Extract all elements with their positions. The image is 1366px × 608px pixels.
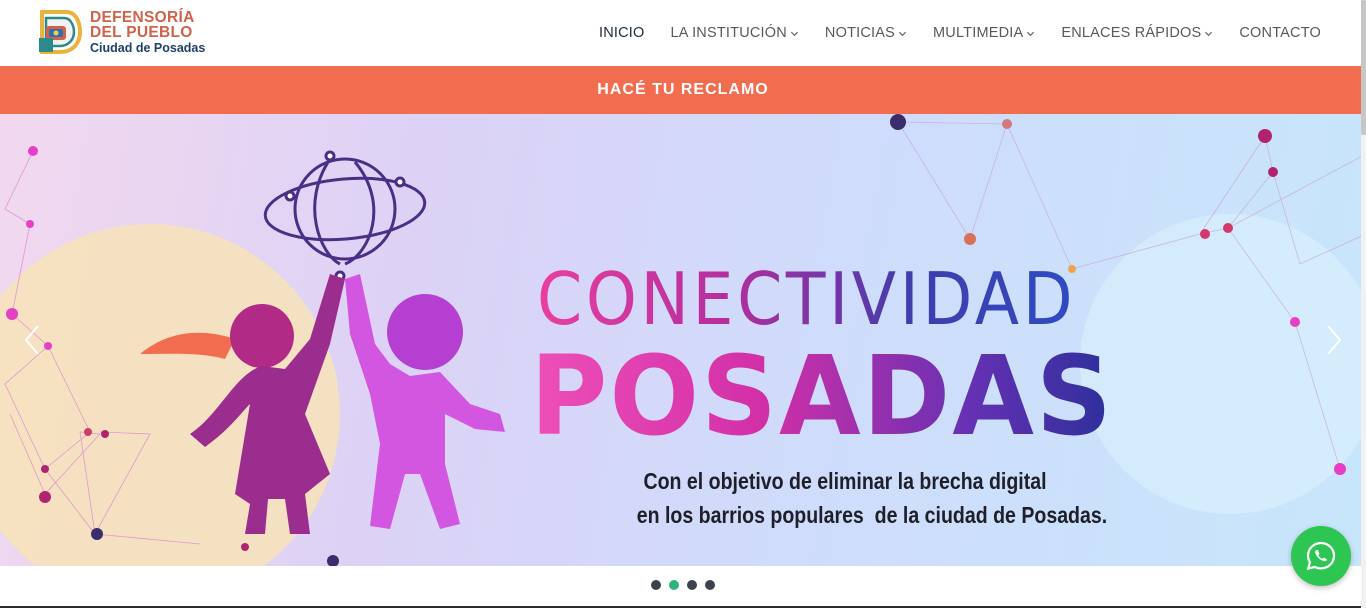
carousel-dot-2[interactable] xyxy=(669,580,679,590)
site-header: DEFENSORÍA DEL PUEBLO Ciudad de Posadas … xyxy=(0,0,1366,66)
nav-item-label: LA INSTITUCIÓN xyxy=(670,25,787,41)
reclamo-button[interactable]: HACÉ TU RECLAMO xyxy=(0,66,1366,114)
hero-subtitle: Con el objetivo de eliminar la brecha di… xyxy=(636,464,1108,532)
main-nav: INICIO LA INSTITUCIÓN NOTICIAS MULTIMEDI… xyxy=(573,0,1321,66)
hero-title-line-1: CONECTIVIDAD xyxy=(537,257,1077,341)
nav-item-label: CONTACTO xyxy=(1239,25,1321,41)
hero-title-line-2: POSADAS xyxy=(530,332,1114,460)
whatsapp-button[interactable] xyxy=(1291,526,1351,586)
nav-item-label: ENLACES RÁPIDOS xyxy=(1061,25,1202,41)
site-logo[interactable]: DEFENSORÍA DEL PUEBLO Ciudad de Posadas xyxy=(36,8,205,56)
logo-line-3: Ciudad de Posadas xyxy=(90,40,206,55)
nav-item-multimedia[interactable]: MULTIMEDIA xyxy=(933,25,1035,41)
logo-line-1: DEFENSORÍA xyxy=(90,8,195,26)
nav-item-inicio[interactable]: INICIO xyxy=(599,25,645,41)
nav-item-label: NOTICIAS xyxy=(824,25,896,41)
chevron-down-icon xyxy=(1205,31,1213,37)
nav-item-noticias[interactable]: NOTICIAS xyxy=(825,25,907,41)
hero-subtitle-line-1: Con el objetivo de eliminar la brecha di… xyxy=(643,468,1047,494)
reclamo-label: HACÉ TU RECLAMO xyxy=(597,81,769,98)
carousel-dot-4[interactable] xyxy=(705,580,715,590)
logo-text: DEFENSORÍA DEL PUEBLO Ciudad de Posadas xyxy=(90,10,205,55)
page-scrollbar[interactable] xyxy=(1361,0,1366,608)
nav-item-label: INICIO xyxy=(599,25,645,41)
chevron-down-icon xyxy=(790,31,798,37)
defensoria-emblem-icon xyxy=(39,10,82,54)
slider-next-button[interactable] xyxy=(1322,322,1346,358)
hero-slide: CONECTIVIDAD POSADAS Con el objetivo de … xyxy=(0,114,1366,566)
chevron-down-icon xyxy=(898,31,907,37)
slider-prev-button[interactable] xyxy=(20,322,44,358)
scrollbar-thumb[interactable] xyxy=(1361,0,1366,135)
chevron-right-icon xyxy=(1327,325,1342,355)
carousel-dot-1[interactable] xyxy=(651,580,661,590)
nav-item-enlaces-rapidos[interactable]: ENLACES RÁPIDOS xyxy=(1061,25,1213,41)
chevron-left-icon xyxy=(24,325,39,355)
carousel-dot-3[interactable] xyxy=(687,580,697,590)
nav-item-label: MULTIMEDIA xyxy=(933,25,1024,41)
chevron-down-icon xyxy=(1027,31,1035,37)
whatsapp-icon xyxy=(1306,541,1336,570)
logo-line-2: DEL PUEBLO xyxy=(90,24,193,42)
nav-item-la-institucion[interactable]: LA INSTITUCIÓN xyxy=(671,25,799,41)
nav-item-contacto[interactable]: CONTACTO xyxy=(1239,25,1321,41)
hero-subtitle-line-2: en los barrios populares de la ciudad de… xyxy=(636,502,1108,528)
carousel-indicators xyxy=(0,566,1366,604)
